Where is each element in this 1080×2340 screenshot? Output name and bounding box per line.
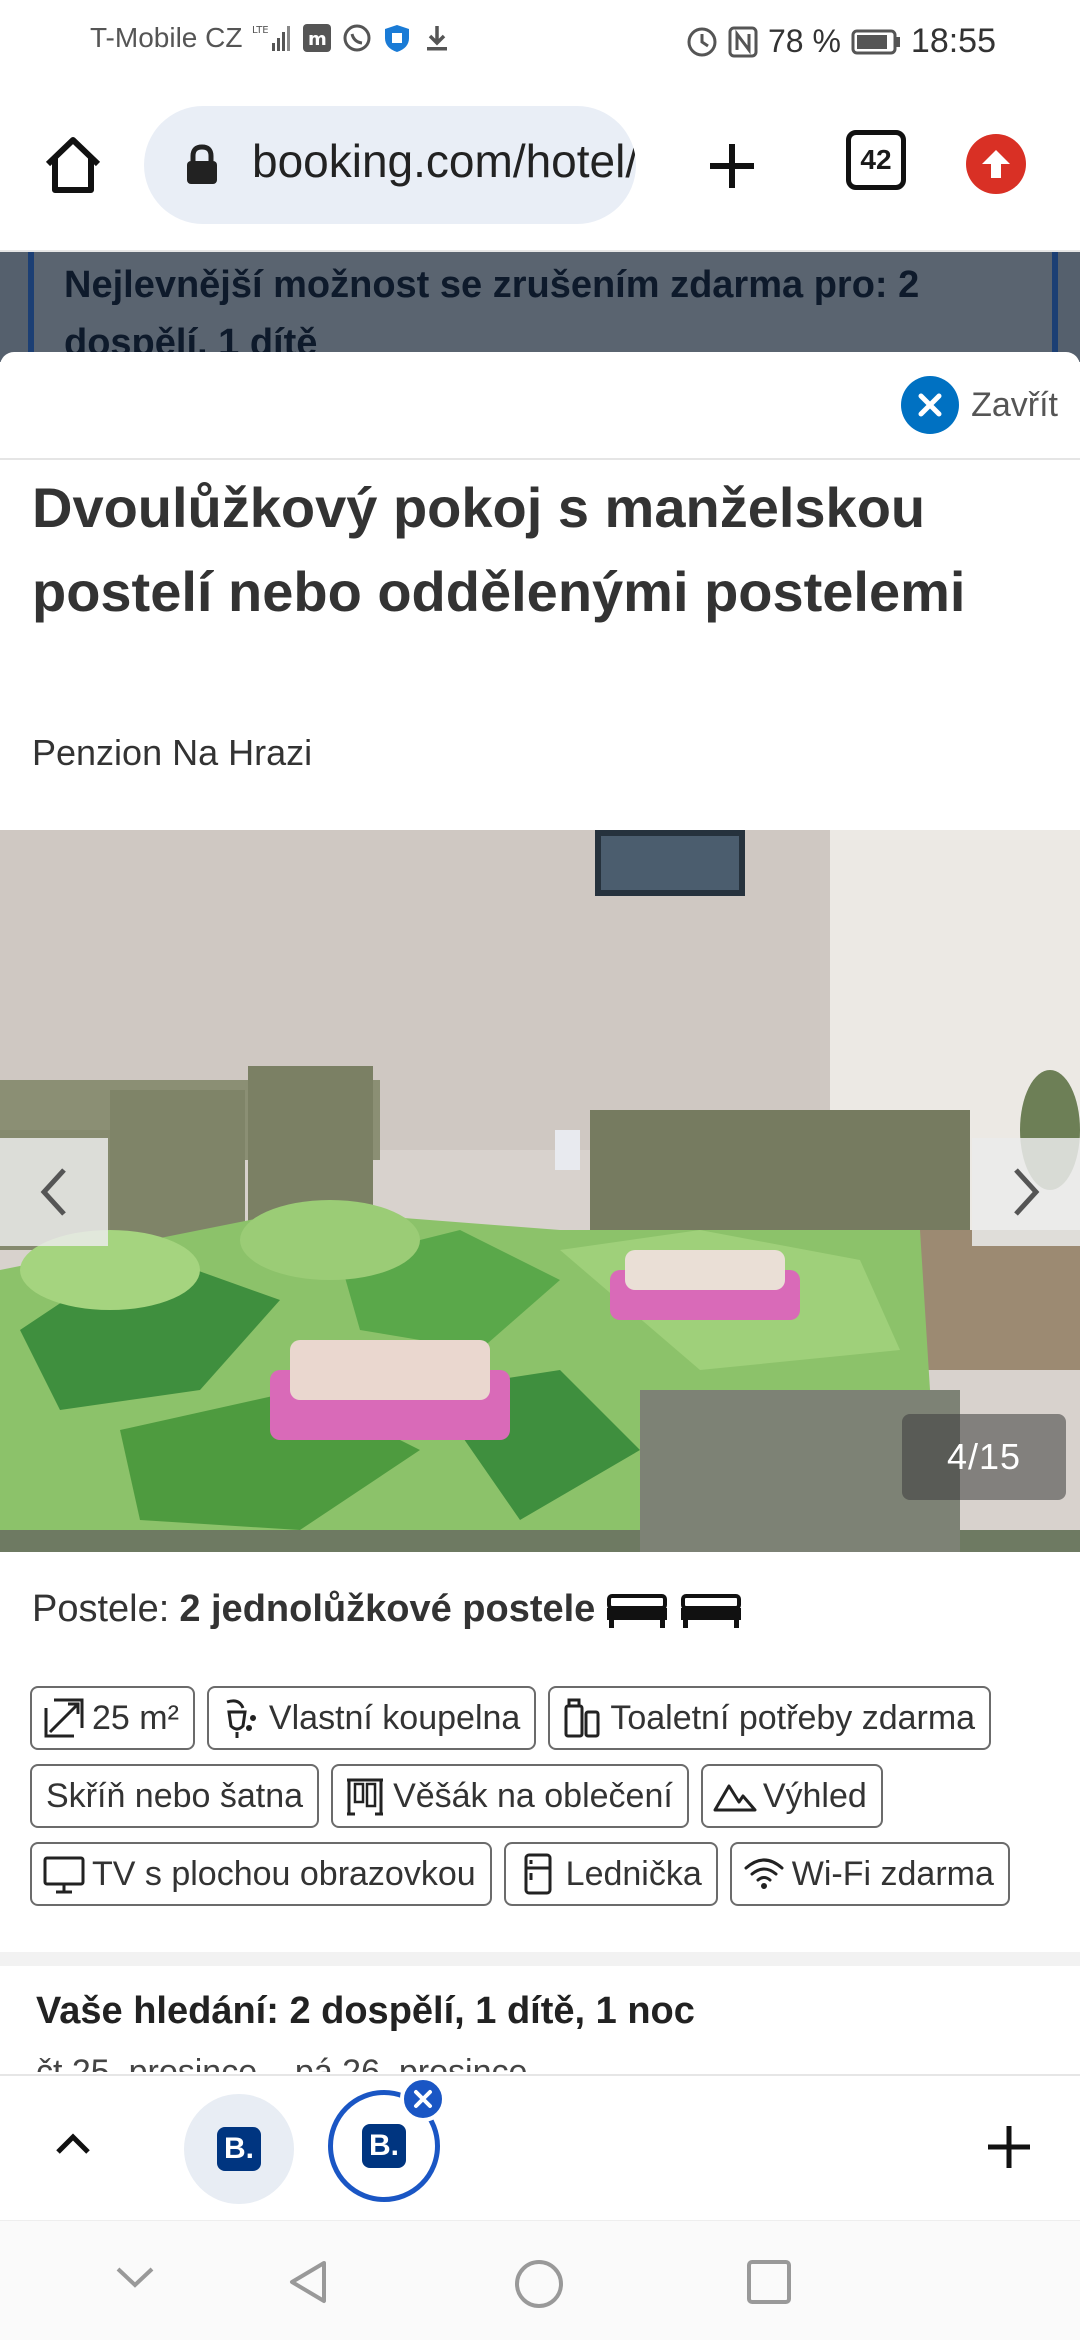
amenities-list: 25 m² Vlastní koupelna Toaletní potřeby … xyxy=(30,1686,1060,1906)
section-divider xyxy=(0,1952,1080,1966)
bed-icon xyxy=(607,1593,668,1628)
shield-icon xyxy=(382,23,412,53)
amenity-tv: TV s plochou obrazovkou xyxy=(30,1842,492,1906)
background-notice-card: Nejlevnější možnost se zrušením zdarma p… xyxy=(28,252,1058,364)
toiletries-icon xyxy=(564,1698,600,1738)
battery-icon xyxy=(851,28,901,56)
room-title: Dvoulůžkový pokoj s manželskou postelí n… xyxy=(32,476,966,623)
svg-text:m: m xyxy=(308,29,327,50)
recents-square-icon[interactable] xyxy=(744,2257,794,2312)
previous-photo-button[interactable] xyxy=(0,1138,108,1246)
amenity-label: Skříň nebo šatna xyxy=(46,1776,304,1815)
next-photo-button[interactable] xyxy=(972,1138,1080,1246)
status-bar: T-Mobile CZ LTE m 78 % 18:55 xyxy=(0,0,1080,84)
room-size-icon xyxy=(44,1698,84,1738)
tab-switcher-button[interactable]: 42 xyxy=(846,130,906,190)
amenity-fridge: Lednička xyxy=(503,1842,718,1906)
close-button[interactable]: Zavřít xyxy=(901,376,1058,434)
whatsapp-icon xyxy=(342,23,372,53)
system-navigation-bar xyxy=(0,2220,1080,2340)
nfc-icon xyxy=(728,26,758,58)
amenity-label: Toaletní potřeby zdarma xyxy=(610,1698,976,1737)
mountain-view-icon xyxy=(713,1784,757,1812)
amenity-label: Výhled xyxy=(762,1776,867,1815)
add-tab-plus-icon[interactable] xyxy=(984,2122,1034,2172)
amenity-private-bathroom: Vlastní koupelna xyxy=(206,1686,537,1750)
url-text: booking.com/hotel/cz/penzion-na-hrazi xyxy=(252,135,636,187)
browser-toolbar: booking.com/hotel/cz/penzion-na-hrazi 42 xyxy=(0,84,1080,252)
close-label: Zavřít xyxy=(971,385,1058,424)
search-summary: Vaše hledání: 2 dospělí, 1 dítě, 1 noc xyxy=(36,1990,695,2032)
search-dates: čt 25. prosince – pá 26. prosince xyxy=(36,2053,528,2072)
home-circle-icon[interactable] xyxy=(512,2257,566,2316)
beds-value: 2 jednolůžkové postele xyxy=(179,1588,596,1630)
bathroom-icon xyxy=(226,1699,256,1738)
lock-icon xyxy=(184,144,220,186)
amenity-wifi: Wi-Fi zdarma xyxy=(729,1842,1010,1906)
download-icon xyxy=(422,23,452,53)
tv-icon xyxy=(43,1856,85,1894)
fridge-icon xyxy=(524,1853,552,1895)
close-tab-icon[interactable] xyxy=(400,2076,446,2122)
clothes-rack-icon xyxy=(347,1778,384,1816)
back-triangle-icon[interactable] xyxy=(284,2257,334,2312)
booking-logo: B. xyxy=(217,2127,261,2171)
wifi-icon xyxy=(744,1858,784,1889)
status-left: T-Mobile CZ LTE m xyxy=(90,22,452,54)
bed-icon xyxy=(681,1593,742,1628)
beds-info: Postele: 2 jednolůžkové postele xyxy=(32,1588,743,1631)
hotel-name: Penzion Na Hrazi xyxy=(32,732,313,773)
amenity-clothes-rack: Věšák na oblečení xyxy=(331,1764,689,1828)
amenity-label: 25 m² xyxy=(92,1698,179,1737)
room-detail-modal: Zavřít Dvoulůžkový pokoj s manželskou po… xyxy=(0,352,1080,2072)
room-photo[interactable]: 4/15 xyxy=(0,830,1080,1552)
app-m-icon: m xyxy=(302,23,332,53)
amenity-label: Věšák na oblečení xyxy=(393,1776,673,1815)
chevron-up-icon[interactable] xyxy=(50,2122,96,2168)
update-arrow-icon[interactable] xyxy=(966,134,1026,194)
amenity-label: TV s plochou obrazovkou xyxy=(92,1854,476,1893)
amenity-view: Výhled xyxy=(700,1764,883,1828)
carrier-name: T-Mobile CZ xyxy=(90,22,243,53)
svg-text:LTE: LTE xyxy=(252,25,269,36)
amenity-label: Wi-Fi zdarma xyxy=(791,1854,994,1893)
battery-percent: 78 % xyxy=(767,23,841,59)
photo-counter: 4/15 xyxy=(902,1414,1066,1500)
chevron-right-icon xyxy=(1014,1168,1040,1216)
amenity-label: Vlastní koupelna xyxy=(268,1698,521,1737)
chevron-left-icon xyxy=(40,1168,66,1216)
amenity-label: Lednička xyxy=(565,1854,702,1893)
amenity-toiletries: Toaletní potřeby zdarma xyxy=(548,1686,992,1750)
clock: 18:55 xyxy=(910,22,996,60)
chevron-down-icon[interactable] xyxy=(110,2257,160,2302)
signal-icon: LTE xyxy=(252,23,292,53)
amenity-wardrobe: Skříň nebo šatna xyxy=(30,1764,320,1828)
address-bar[interactable]: booking.com/hotel/cz/penzion-na-hrazi xyxy=(144,106,636,224)
dnd-icon xyxy=(686,26,718,58)
bottom-tab-bar: B. B. xyxy=(0,2074,1080,2220)
beds-label: Postele: xyxy=(32,1588,170,1630)
status-right: 78 % 18:55 xyxy=(686,22,996,61)
tab-booking-1[interactable]: B. xyxy=(184,2094,294,2204)
home-icon[interactable] xyxy=(40,132,106,198)
booking-logo: B. xyxy=(362,2124,406,2168)
close-icon xyxy=(901,376,960,434)
new-tab-plus-icon[interactable] xyxy=(700,134,764,198)
amenity-room-size: 25 m² xyxy=(30,1686,195,1750)
modal-header: Zavřít xyxy=(0,352,1080,460)
